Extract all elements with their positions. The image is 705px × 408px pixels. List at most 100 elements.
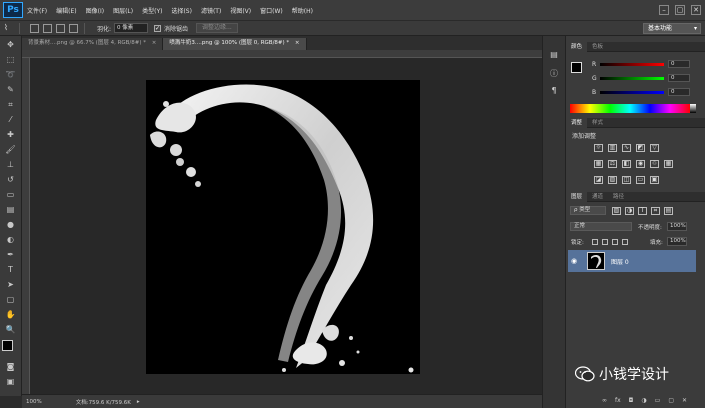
type-tool-icon[interactable]: T — [4, 264, 18, 276]
blue-slider[interactable]: B 0 — [592, 88, 702, 96]
tab-styles[interactable]: 样式 — [587, 118, 608, 128]
add-selection-icon[interactable] — [43, 23, 52, 33]
selective-color-icon[interactable]: ▣ — [650, 176, 659, 184]
brightness-icon[interactable]: ☼ — [594, 144, 603, 152]
blur-tool-icon[interactable]: ● — [4, 219, 18, 231]
subtract-selection-icon[interactable] — [56, 23, 65, 33]
menu-layer[interactable]: 图层(L) — [113, 6, 133, 15]
pixel-filter-icon[interactable]: ▨ — [612, 207, 621, 215]
levels-icon[interactable]: ▥ — [608, 144, 617, 152]
workspace-select[interactable]: 基本功能 ▾ — [643, 23, 701, 34]
properties-icon[interactable]: ⓘ — [547, 68, 561, 80]
new-layer-icon[interactable]: ▢ — [668, 397, 674, 404]
tab-channels[interactable]: 通道 — [587, 192, 608, 202]
hand-tool-icon[interactable]: ✋ — [4, 309, 18, 321]
adjust-filter-icon[interactable]: ◑ — [625, 207, 634, 215]
menu-filter[interactable]: 滤镜(T) — [201, 6, 221, 15]
photo-filter-icon[interactable]: ◉ — [636, 160, 645, 168]
tab-layers[interactable]: 图层 — [566, 191, 588, 202]
menu-help[interactable]: 帮助(H) — [292, 6, 313, 15]
close-icon[interactable]: × — [152, 40, 157, 46]
healing-brush-tool-icon[interactable]: ✚ — [4, 129, 18, 141]
layer-name[interactable]: 图层 0 — [611, 257, 629, 266]
fx-icon[interactable]: fx — [615, 397, 621, 404]
feather-input[interactable]: 0 像素 — [114, 23, 149, 33]
shape-filter-icon[interactable]: ⌗ — [651, 207, 660, 215]
red-track[interactable] — [600, 62, 664, 66]
red-value[interactable]: 0 — [668, 60, 690, 68]
gradient-tool-icon[interactable]: ▤ — [4, 204, 18, 216]
folder-icon[interactable]: ▭ — [655, 397, 661, 404]
layer-filter-select[interactable]: ρ 类型 — [570, 206, 606, 215]
curves-icon[interactable]: ∿ — [622, 144, 631, 152]
green-slider[interactable]: G 0 — [592, 74, 702, 82]
lock-pixels-icon[interactable] — [602, 239, 608, 245]
zoom-level[interactable]: 100% — [26, 399, 42, 405]
red-slider[interactable]: R 0 — [592, 60, 702, 68]
threshold-icon[interactable]: ◫ — [622, 176, 631, 184]
trash-icon[interactable]: ✕ — [682, 397, 687, 404]
refine-edge-button[interactable]: 调整边缘... — [196, 23, 238, 33]
close-button[interactable]: ✕ — [691, 5, 701, 15]
lock-transparency-icon[interactable] — [592, 239, 598, 245]
crop-tool-icon[interactable]: ⌗ — [4, 99, 18, 111]
chevron-right-icon[interactable]: ▸ — [137, 399, 140, 405]
color-swatches[interactable] — [1, 340, 20, 358]
spectrum-bw[interactable] — [690, 104, 696, 113]
lasso-tool-preset-icon[interactable]: ⌇ — [4, 23, 13, 33]
screen-mode-icon[interactable]: ▣ — [4, 376, 18, 388]
exposure-icon[interactable]: ◩ — [636, 144, 645, 152]
dodge-tool-icon[interactable]: ◐ — [4, 234, 18, 246]
channel-mixer-icon[interactable]: ♲ — [650, 160, 659, 168]
lock-all-icon[interactable] — [622, 239, 628, 245]
type-filter-icon[interactable]: T — [638, 207, 647, 215]
color-lookup-icon[interactable]: ▦ — [664, 160, 673, 168]
tab-background-material[interactable]: 背景素材....png @ 66.7% (图层 4, RGB/8#) * × — [22, 38, 164, 50]
zoom-tool-icon[interactable]: 🔍 — [4, 324, 18, 336]
document-canvas[interactable] — [146, 80, 420, 374]
intersect-selection-icon[interactable] — [69, 23, 78, 33]
vibrance-icon[interactable]: ▽ — [650, 144, 659, 152]
green-track[interactable] — [600, 76, 664, 80]
layer-row-0[interactable]: ◉ 图层 0 — [568, 250, 696, 272]
new-selection-icon[interactable] — [30, 23, 39, 33]
marquee-tool-icon[interactable]: ⬚ — [4, 54, 18, 66]
eye-icon[interactable]: ◉ — [571, 257, 583, 265]
quick-mask-icon[interactable]: ◙ — [4, 361, 18, 373]
maximize-button[interactable]: ▢ — [675, 5, 685, 15]
menu-select[interactable]: 选择(S) — [171, 6, 192, 15]
opacity-input[interactable]: 100% — [667, 222, 687, 231]
move-tool-icon[interactable]: ✥ — [4, 39, 18, 51]
eraser-tool-icon[interactable]: ▭ — [4, 189, 18, 201]
history-brush-tool-icon[interactable]: ↺ — [4, 174, 18, 186]
black-white-icon[interactable]: ◧ — [622, 160, 631, 168]
invert-icon[interactable]: ◪ — [594, 176, 603, 184]
close-icon[interactable]: × — [295, 40, 300, 46]
menu-type[interactable]: 类型(Y) — [142, 6, 162, 15]
lasso-tool-icon[interactable]: ➰ — [4, 69, 18, 81]
minimize-button[interactable]: – — [659, 5, 669, 15]
tab-adjustments[interactable]: 调整 — [566, 117, 588, 128]
path-select-tool-icon[interactable]: ➤ — [4, 279, 18, 291]
menu-image[interactable]: 图像(I) — [86, 6, 104, 15]
clone-stamp-tool-icon[interactable]: ⊥ — [4, 159, 18, 171]
tab-milk-splash[interactable]: 喷溅牛奶3....png @ 100% (图层 0, RGB/8#) * × — [163, 38, 307, 50]
menu-edit[interactable]: 编辑(E) — [56, 6, 76, 15]
menu-file[interactable]: 文件(F) — [27, 6, 47, 15]
green-value[interactable]: 0 — [668, 74, 690, 82]
smart-filter-icon[interactable]: ▤ — [664, 207, 673, 215]
foreground-color-swatch[interactable] — [1, 340, 13, 351]
blue-track[interactable] — [600, 90, 664, 94]
posterize-icon[interactable]: ▨ — [608, 176, 617, 184]
gradient-map-icon[interactable]: ▭ — [636, 176, 645, 184]
fill-input[interactable]: 100% — [667, 237, 687, 246]
mask-icon[interactable]: ◘ — [629, 397, 634, 404]
lock-position-icon[interactable] — [612, 239, 618, 245]
tab-swatches[interactable]: 色板 — [587, 42, 608, 52]
tab-color[interactable]: 颜色 — [566, 41, 588, 52]
blue-value[interactable]: 0 — [668, 88, 690, 96]
antialias-checkbox[interactable]: ✓ — [154, 24, 162, 32]
brush-tool-icon[interactable]: 🖌 — [4, 144, 18, 156]
tab-paths[interactable]: 路径 — [608, 192, 629, 202]
paragraph-icon[interactable]: ¶ — [547, 86, 561, 98]
